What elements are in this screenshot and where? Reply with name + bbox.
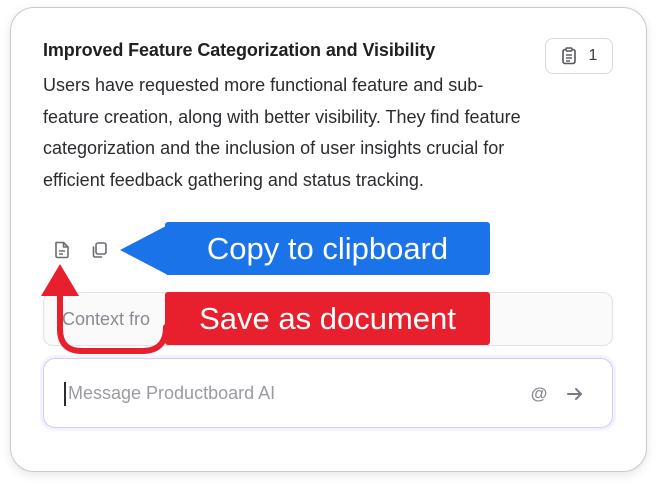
- send-button[interactable]: [563, 382, 587, 406]
- mention-button[interactable]: @: [527, 382, 551, 406]
- copy-to-clipboard-button[interactable]: [88, 239, 110, 261]
- message-input-box[interactable]: @: [43, 358, 613, 428]
- at-icon: @: [530, 384, 548, 403]
- arrow-right-icon: [567, 388, 582, 400]
- save-as-document-button[interactable]: [51, 239, 73, 261]
- insights-count-badge[interactable]: 1: [545, 38, 613, 74]
- message-input[interactable]: [66, 375, 516, 411]
- document-list-icon: [561, 47, 577, 65]
- insights-count: 1: [588, 47, 598, 64]
- save-as-document-callout: Save as document: [165, 292, 490, 345]
- copy-to-clipboard-callout: Copy to clipboard: [165, 222, 490, 275]
- context-field-value: Context fro: [62, 308, 151, 329]
- insight-body: Users have requested more functional fea…: [43, 75, 521, 190]
- insight-title: Improved Feature Categorization and Visi…: [43, 40, 436, 60]
- copy-icon: [92, 242, 107, 258]
- document-icon: [55, 241, 69, 259]
